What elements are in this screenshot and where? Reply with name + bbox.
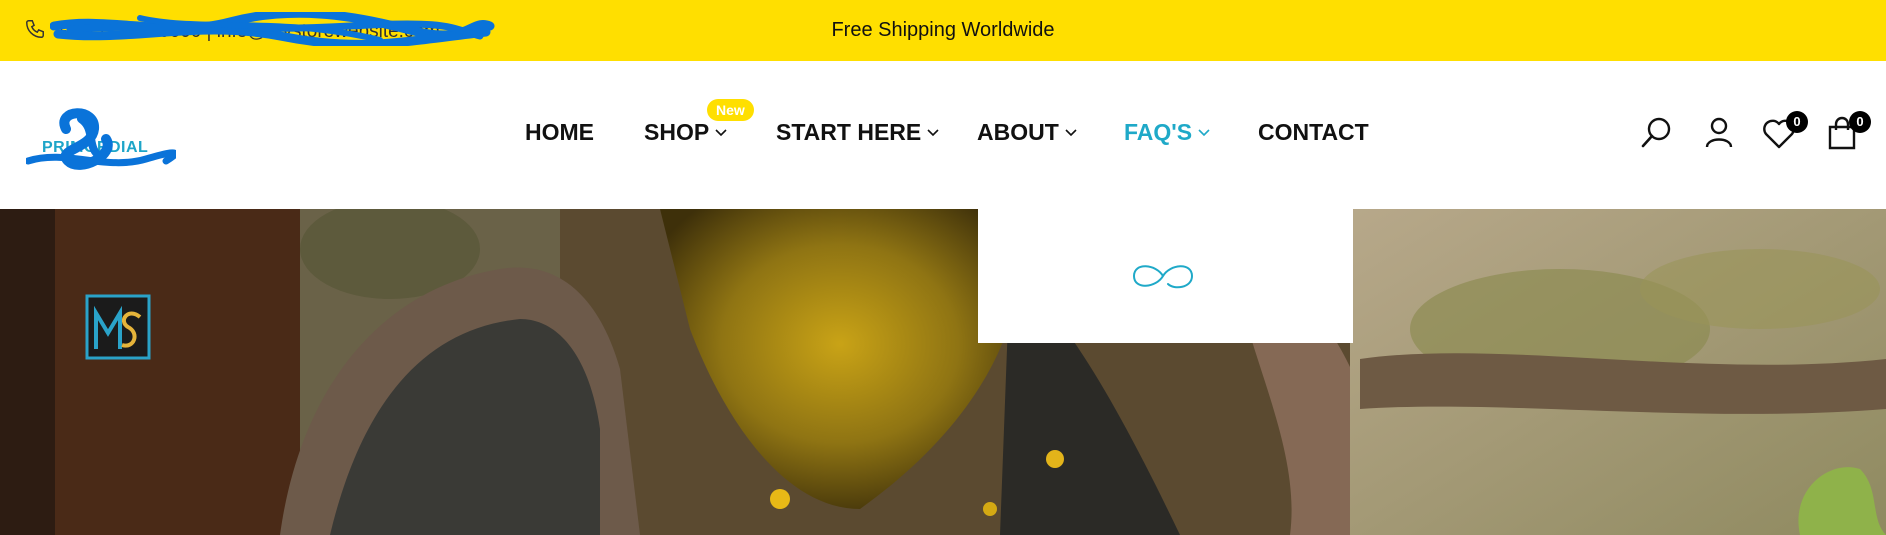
nav-item-faqs[interactable]: FAQ'S [1124, 119, 1210, 146]
chevron-down-icon [1198, 128, 1210, 136]
nav-label: START HERE [776, 119, 922, 145]
nav-item-contact[interactable]: CONTACT [1258, 119, 1369, 146]
faqs-dropdown-panel [978, 209, 1353, 343]
ms-watermark-logo [84, 293, 152, 361]
site-header: PRIMORDIAL HOME SHOP New START HERE ABOU… [0, 61, 1886, 209]
chevron-down-icon [715, 128, 727, 136]
nav-label: ABOUT [977, 119, 1059, 145]
nav-item-start-here[interactable]: START HERE [776, 119, 939, 146]
chevron-down-icon [927, 128, 939, 136]
user-icon[interactable] [1702, 115, 1736, 149]
nav-item-home[interactable]: HOME [525, 119, 594, 146]
hero-image [0, 209, 1886, 535]
search-icon[interactable] [1640, 115, 1674, 149]
nav-item-about[interactable]: ABOUT [977, 119, 1077, 146]
chevron-down-icon [1065, 128, 1077, 136]
hero-background [0, 209, 1886, 535]
loading-infinity-icon [1132, 265, 1194, 289]
wishlist-count-badge: 0 [1786, 111, 1808, 133]
nav-label: CONTACT [1258, 119, 1369, 145]
nav-label: FAQ'S [1124, 119, 1193, 145]
main-navigation: HOME SHOP New START HERE ABOUT FAQ'S CON… [0, 61, 1886, 209]
cart-count-badge: 0 [1849, 111, 1871, 133]
nav-item-shop[interactable]: SHOP [644, 119, 727, 146]
announcement-bar: +1 357-951-0000 | info@mystorewebsite.co… [0, 0, 1886, 61]
free-shipping-message: Free Shipping Worldwide [831, 19, 1055, 41]
nav-label: SHOP [644, 119, 710, 145]
new-badge: New [707, 99, 754, 121]
nav-label: HOME [525, 119, 594, 145]
